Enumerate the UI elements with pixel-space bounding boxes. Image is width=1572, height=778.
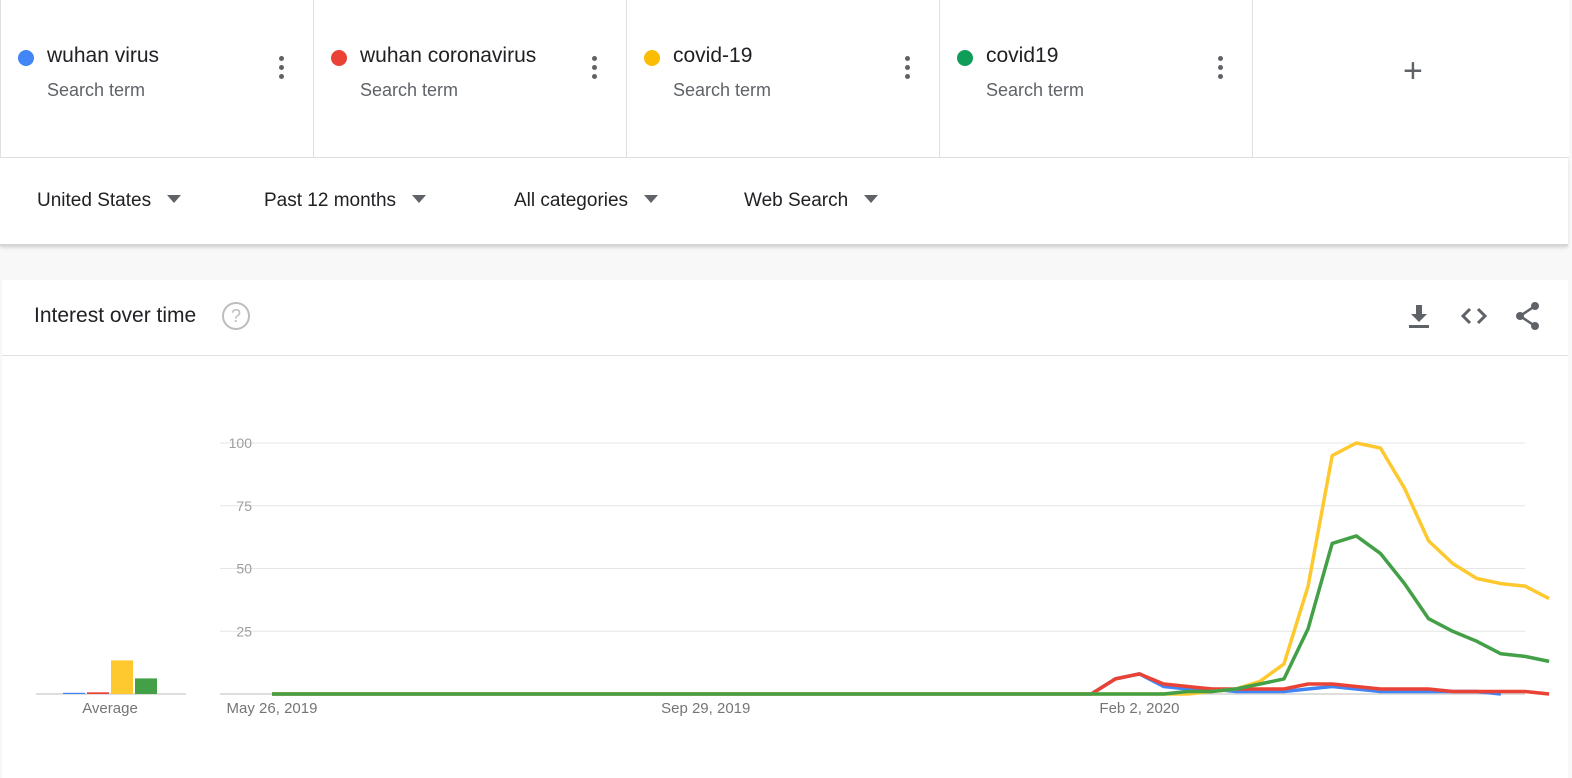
share-icon[interactable] xyxy=(1513,302,1543,335)
interest-chart: 100 75 50 25 May 26, 2019 Sep 29, 2019 Feb 2, … xyxy=(36,435,1550,717)
term-color-dot xyxy=(644,50,660,66)
average-bar-2 xyxy=(87,692,109,694)
region-label: United States xyxy=(37,190,152,211)
region-dropdown[interactable]: United States xyxy=(37,190,182,212)
filter-bar: United States Past 12 months All categor… xyxy=(0,158,1568,246)
term-type: Search term xyxy=(47,80,146,100)
term-type: Search term xyxy=(360,80,459,100)
add-term-button[interactable]: + xyxy=(1253,0,1569,157)
average-label: Average xyxy=(82,700,138,717)
y-tick-label: 100 xyxy=(229,435,253,451)
more-vert-icon[interactable] xyxy=(276,56,286,84)
term-color-dot xyxy=(331,50,347,66)
more-vert-icon[interactable] xyxy=(1215,56,1225,84)
term-type: Search term xyxy=(986,80,1085,100)
y-tick-label: 25 xyxy=(236,623,252,639)
term-color-dot xyxy=(957,50,973,66)
x-tick-label: May 26, 2019 xyxy=(227,700,318,717)
series-line-2 xyxy=(272,672,1550,696)
more-vert-icon[interactable] xyxy=(589,56,599,84)
time-range-label: Past 12 months xyxy=(264,190,397,211)
series-line-4 xyxy=(272,534,1550,696)
interest-over-time-card: Interest over time ? 100 75 50 25 May 26, 20… xyxy=(2,280,1568,778)
term-card-covid19[interactable]: covid19 Search term xyxy=(940,0,1253,157)
plus-icon: + xyxy=(1403,52,1423,90)
card-title: Interest over time xyxy=(34,304,197,327)
caret-down-icon xyxy=(864,195,879,203)
category-dropdown[interactable]: All categories xyxy=(514,190,659,212)
time-range-dropdown[interactable]: Past 12 months xyxy=(264,190,427,212)
category-label: All categories xyxy=(514,190,629,211)
average-bar-1 xyxy=(63,692,85,694)
embed-code-icon[interactable] xyxy=(1458,302,1490,335)
term-card-wuhan-coronavirus[interactable]: wuhan coronavirus Search term xyxy=(314,0,627,157)
average-bar-4 xyxy=(135,678,157,694)
term-name[interactable]: wuhan coronavirus xyxy=(360,44,536,68)
y-tick-label: 50 xyxy=(236,561,252,577)
help-icon[interactable]: ? xyxy=(222,302,250,330)
term-type: Search term xyxy=(673,80,772,100)
term-card-wuhan-virus[interactable]: wuhan virus Search term xyxy=(1,0,314,157)
x-tick-label: Feb 2, 2020 xyxy=(1099,700,1179,717)
more-vert-icon[interactable] xyxy=(902,56,912,84)
card-header: Interest over time ? xyxy=(2,280,1568,356)
term-name[interactable]: covid-19 xyxy=(673,44,752,68)
caret-down-icon xyxy=(412,195,427,203)
term-color-dot xyxy=(18,50,34,66)
average-bar-3 xyxy=(111,660,133,694)
y-tick-label: 75 xyxy=(236,498,252,514)
x-tick-label: Sep 29, 2019 xyxy=(661,700,750,717)
term-card-covid-19[interactable]: covid-19 Search term xyxy=(627,0,940,157)
search-type-dropdown[interactable]: Web Search xyxy=(744,190,879,212)
term-name[interactable]: wuhan virus xyxy=(47,44,159,68)
caret-down-icon xyxy=(644,195,659,203)
search-type-label: Web Search xyxy=(744,190,849,211)
download-icon[interactable] xyxy=(1407,302,1431,335)
term-name[interactable]: covid19 xyxy=(986,44,1058,68)
caret-down-icon xyxy=(167,195,182,203)
search-terms-bar: wuhan virus Search term wuhan coronaviru… xyxy=(0,0,1569,158)
